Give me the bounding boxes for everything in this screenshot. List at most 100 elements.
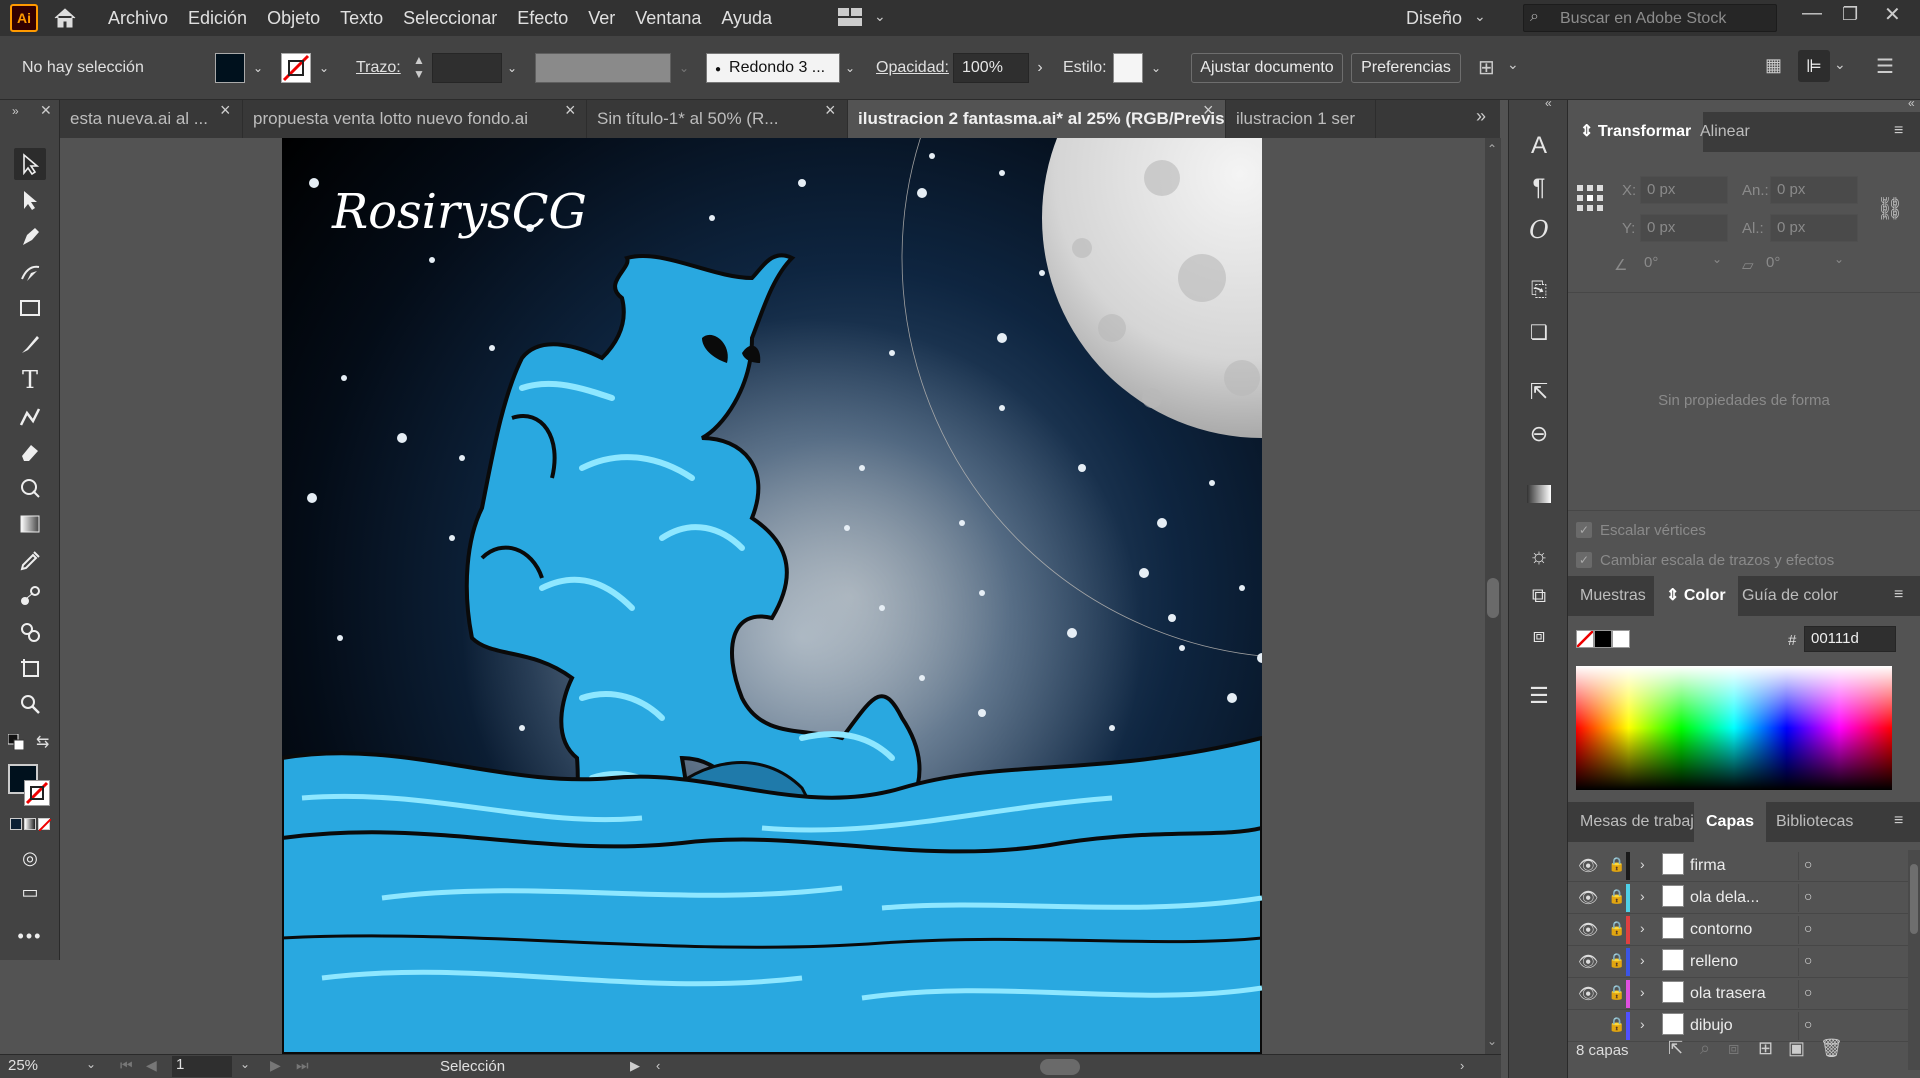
target-circle-icon[interactable]: ○ [1804, 920, 1812, 936]
width-input[interactable]: 0 px [1770, 176, 1858, 204]
tab-esta-nueva[interactable]: esta nueva.ai al ... [60, 100, 243, 138]
appearance-icon[interactable]: ☼ [1523, 540, 1555, 572]
last-artboard-icon[interactable]: ⏭ [296, 1057, 309, 1074]
artboard-tool-icon[interactable] [14, 652, 46, 684]
menu-objeto[interactable]: Objeto [257, 0, 330, 36]
target-circle-icon[interactable]: ○ [1804, 1016, 1812, 1032]
arrange-documents-icon[interactable] [838, 8, 864, 28]
minimize-window-icon[interactable]: — [1802, 2, 1822, 25]
home-icon[interactable] [50, 3, 80, 33]
previous-artboard-icon[interactable]: ◀ [146, 1057, 157, 1074]
target-circle-icon[interactable]: ○ [1804, 984, 1812, 1000]
expand-layer-icon[interactable]: › [1640, 952, 1645, 968]
fill-swatch[interactable] [215, 53, 245, 83]
artboard-dropdown-icon[interactable]: ⌄ [240, 1057, 250, 1071]
properties-chevron-icon[interactable]: ⌄ [1834, 56, 1846, 73]
tab-propuesta-venta[interactable]: propuesta venta lotto nuevo fondo.ai [243, 100, 587, 138]
direct-selection-tool-icon[interactable] [14, 184, 46, 216]
default-colors-icon[interactable] [7, 733, 25, 751]
close-tab-icon[interactable]: × [565, 100, 576, 121]
eye-icon[interactable]: 👁 [1578, 952, 1598, 972]
gradient-tool-icon[interactable] [14, 508, 46, 540]
eyedropper-tool-icon[interactable] [14, 544, 46, 576]
tab-sin-titulo[interactable]: Sin título-1* al 50% (R... [587, 100, 848, 138]
constrain-proportions-icon[interactable]: ⛓ [1876, 196, 1904, 222]
transform-icon[interactable]: ⊞ [1478, 55, 1495, 80]
close-tab-icon[interactable]: × [220, 100, 231, 121]
preferences-button[interactable]: Preferencias [1351, 53, 1461, 83]
eye-icon[interactable]: 👁 [1578, 984, 1598, 1004]
layer-row[interactable]: 👁 🔒 › firma ○ [1568, 850, 1908, 882]
character-panel-icon[interactable]: A [1523, 130, 1555, 162]
opentype-panel-icon[interactable]: O [1523, 214, 1555, 246]
lock-icon[interactable]: 🔒 [1608, 952, 1625, 969]
eye-icon[interactable]: 👁 [1578, 888, 1598, 908]
curvature-tool-icon[interactable] [14, 256, 46, 288]
type-tool-icon[interactable]: T [14, 364, 46, 396]
close-tab-icon[interactable]: × [825, 100, 836, 121]
restore-window-icon[interactable]: ❐ [1842, 4, 1858, 25]
expand-layer-icon[interactable]: › [1640, 984, 1645, 1000]
white-swatch[interactable] [1612, 630, 1630, 648]
black-swatch[interactable] [1594, 630, 1612, 648]
opacity-arrow-icon[interactable]: › [1030, 53, 1050, 83]
target-circle-icon[interactable]: ○ [1804, 888, 1812, 904]
panel-menu-icon[interactable]: ≡ [1894, 122, 1903, 140]
gradient-panel-icon[interactable] [1523, 478, 1555, 510]
workspace-chevron-icon[interactable]: ⌄ [1474, 8, 1486, 25]
close-tab-icon[interactable]: × [1203, 100, 1214, 121]
scroll-right-icon[interactable]: › [1460, 1058, 1464, 1073]
tab-capas[interactable]: Capas [1694, 802, 1767, 842]
vertical-scrollbar[interactable]: ⌃ ⌄ [1485, 138, 1501, 1054]
shear-dropdown-icon[interactable]: ⌄ [1834, 252, 1844, 266]
zoom-level[interactable]: 25% [8, 1057, 82, 1077]
paragraph-panel-icon[interactable]: ¶ [1523, 172, 1555, 204]
style-dropdown-icon[interactable]: ⌄ [1146, 53, 1166, 83]
pen-tool-icon[interactable] [14, 220, 46, 252]
menu-archivo[interactable]: Archivo [98, 0, 178, 36]
collapse-tools-icon[interactable]: » [12, 104, 19, 118]
transform-chevron-icon[interactable]: ⌄ [1507, 56, 1519, 73]
scroll-down-icon[interactable]: ⌄ [1487, 1034, 1497, 1048]
scroll-up-icon[interactable]: ⌃ [1487, 142, 1497, 156]
lock-icon[interactable]: 🔒 [1608, 888, 1625, 905]
selection-tool-icon[interactable] [14, 148, 46, 180]
y-input[interactable]: 0 px [1640, 214, 1728, 242]
next-artboard-icon[interactable]: ▶ [270, 1057, 281, 1074]
menu-ventana[interactable]: Ventana [625, 0, 711, 36]
stock-search-box[interactable]: ⌕ Buscar en Adobe Stock [1523, 4, 1777, 32]
clipping-mask-icon[interactable]: ⧈ [1728, 1038, 1739, 1059]
edit-toolbar-icon[interactable]: ••• [14, 920, 46, 952]
expand-layer-icon[interactable]: › [1640, 920, 1645, 936]
x-input[interactable]: 0 px [1640, 176, 1728, 204]
screen-mode-icon[interactable]: ▭ [14, 876, 46, 908]
close-tools-icon[interactable]: ✕ [40, 102, 52, 119]
first-artboard-icon[interactable]: ⏮ [120, 1057, 133, 1074]
stroke-color-box[interactable] [24, 780, 50, 806]
collapse-panels-icon[interactable]: « [1908, 96, 1915, 110]
fill-dropdown-icon[interactable]: ⌄ [248, 53, 268, 83]
menu-lines-icon[interactable]: ☰ [1876, 54, 1894, 79]
variable-width-profile[interactable] [535, 53, 671, 83]
tab-mesas-trabajo[interactable]: Mesas de trabajo [1568, 802, 1694, 842]
eye-icon[interactable]: 👁 [1578, 920, 1598, 940]
opacity-input[interactable]: 100% [953, 53, 1029, 83]
scroll-thumb[interactable] [1487, 578, 1499, 618]
expand-layer-icon[interactable]: › [1640, 1016, 1645, 1032]
tab-alinear[interactable]: Alinear [1688, 112, 1762, 152]
color-spectrum[interactable] [1576, 666, 1892, 790]
links-icon[interactable]: ⊖ [1523, 418, 1555, 450]
scroll-left-icon[interactable]: ‹ [656, 1058, 660, 1073]
layer-row[interactable]: 👁 🔒 › contorno ○ [1568, 914, 1908, 946]
close-window-icon[interactable]: ✕ [1884, 2, 1901, 27]
status-menu-arrow-icon[interactable]: ▶ [630, 1058, 640, 1074]
stroke-weight-stepper[interactable]: ▲ ▼ [410, 53, 428, 83]
profile-dropdown-icon[interactable]: ⌄ [674, 53, 694, 83]
delete-layer-icon[interactable]: 🗑 [1820, 1038, 1843, 1059]
rectangle-tool-icon[interactable] [14, 292, 46, 324]
locate-object-icon[interactable]: ⌕ [1700, 1038, 1710, 1059]
zoom-dropdown-icon[interactable]: ⌄ [86, 1057, 96, 1071]
graphic-style-swatch[interactable] [1113, 53, 1143, 83]
pathfinder-icon[interactable]: ⧉ [1523, 580, 1555, 612]
symbol-sprayer-icon[interactable] [14, 616, 46, 648]
